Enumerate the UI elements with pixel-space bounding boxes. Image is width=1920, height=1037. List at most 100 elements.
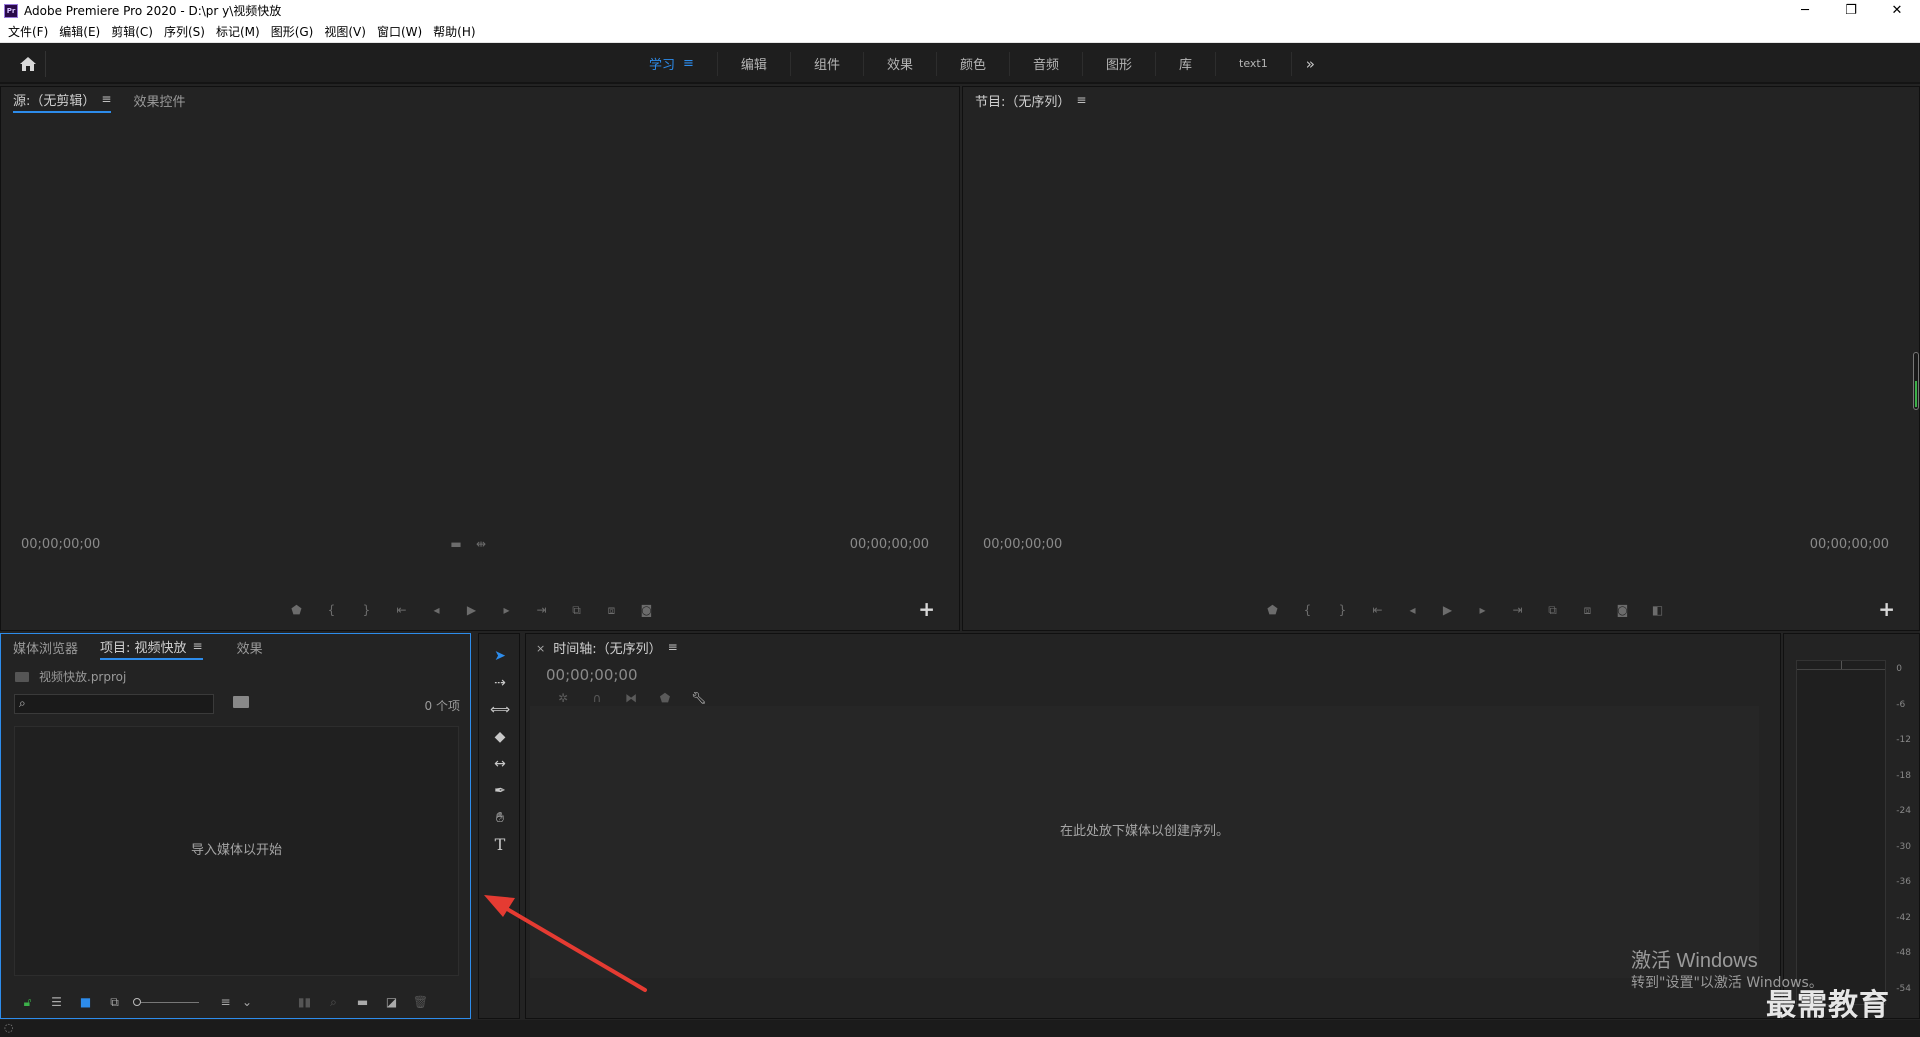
- home-button[interactable]: [10, 51, 46, 77]
- freeform-view-icon[interactable]: ⧉: [100, 994, 129, 1010]
- icon-view-icon[interactable]: ■: [71, 994, 100, 1010]
- go-to-out-icon[interactable]: ⇥: [1500, 602, 1535, 618]
- mark-out-icon[interactable]: }: [1325, 602, 1360, 618]
- more-workspaces-button[interactable]: »: [1292, 55, 1329, 73]
- step-forward-icon[interactable]: ▸: [1465, 602, 1500, 618]
- type-tool-icon[interactable]: T: [479, 831, 521, 858]
- menu-sequence[interactable]: 序列(S): [160, 23, 212, 40]
- drag-video-icon[interactable]: ⇹: [471, 536, 491, 552]
- overwrite-icon[interactable]: ⧈: [594, 602, 629, 618]
- find-icon[interactable]: ⌕: [319, 994, 348, 1010]
- workspace-tab-libraries[interactable]: 库: [1156, 54, 1215, 73]
- project-items-list[interactable]: 导入媒体以开始: [14, 726, 459, 976]
- program-playhead-timecode[interactable]: 00;00;00;00: [983, 537, 1062, 552]
- menu-markers[interactable]: 标记(M): [212, 23, 267, 40]
- menu-edit[interactable]: 编辑(E): [55, 23, 107, 40]
- step-back-icon[interactable]: ◂: [419, 602, 454, 618]
- mark-out-icon[interactable]: }: [349, 602, 384, 618]
- selection-tool-icon[interactable]: ➤: [479, 642, 521, 669]
- pen-tool-icon[interactable]: ✒: [479, 777, 521, 804]
- restore-button[interactable]: ❐: [1828, 0, 1874, 21]
- list-view-icon[interactable]: ☰: [42, 994, 71, 1010]
- zoom-slider[interactable]: [129, 998, 199, 1006]
- tab-source[interactable]: 源:（无剪辑） ≡: [13, 90, 112, 113]
- extract-icon[interactable]: ⧈: [1570, 602, 1605, 618]
- tab-media-browser[interactable]: 媒体浏览器: [13, 638, 78, 659]
- panel-menu-icon[interactable]: ≡: [193, 639, 203, 653]
- source-playhead-timecode[interactable]: 00;00;00;00: [21, 537, 100, 552]
- timeline-drop-area[interactable]: 在此处放下媒体以创建序列。: [530, 706, 1759, 978]
- compare-view-icon[interactable]: ◧: [1640, 602, 1675, 618]
- workspace-tab-learn[interactable]: 学习 ≡: [626, 54, 717, 73]
- button-editor-icon[interactable]: +: [1878, 597, 1895, 621]
- new-search-bin-icon[interactable]: [233, 696, 249, 708]
- workspace-tab-assembly[interactable]: 组件: [791, 54, 863, 73]
- razor-tool-icon[interactable]: ◆: [479, 723, 521, 750]
- trash-icon[interactable]: 🗑︎: [406, 994, 435, 1010]
- workspace-tab-text1[interactable]: text1: [1216, 57, 1291, 70]
- add-marker-icon[interactable]: ⬟: [1255, 602, 1290, 618]
- workspace-tab-audio[interactable]: 音频: [1010, 54, 1082, 73]
- insert-icon[interactable]: ⧉: [559, 602, 594, 618]
- workspace-tab-effects[interactable]: 效果: [864, 54, 936, 73]
- fit-icon[interactable]: ▬: [441, 536, 471, 552]
- mark-in-icon[interactable]: {: [314, 602, 349, 618]
- audio-meter-scale: 0 -6 -12 -18 -24 -30 -36 -42 -48 -54: [1896, 664, 1911, 994]
- ripple-edit-tool-icon[interactable]: ⟺: [479, 696, 521, 723]
- workspace-tab-editing[interactable]: 编辑: [718, 54, 790, 73]
- menu-graphics[interactable]: 图形(G): [267, 23, 321, 40]
- panel-menu-icon[interactable]: ≡: [668, 640, 678, 654]
- tab-project[interactable]: 项目: 视频快放 ≡: [100, 637, 203, 660]
- track-select-tool-icon[interactable]: ⇢: [479, 669, 521, 696]
- workspace-tab-graphics[interactable]: 图形: [1083, 54, 1155, 73]
- go-to-in-icon[interactable]: ⇤: [1360, 602, 1395, 618]
- project-search-input[interactable]: ⌕: [14, 694, 214, 714]
- menu-clip[interactable]: 剪辑(C): [107, 23, 160, 40]
- workspace-tab-color[interactable]: 颜色: [937, 54, 1009, 73]
- menu-icon[interactable]: ≡: [683, 56, 694, 71]
- tab-timeline[interactable]: 时间轴:（无序列） ≡: [553, 638, 677, 659]
- add-marker-icon[interactable]: ⬟: [648, 690, 682, 706]
- export-frame-icon[interactable]: ◙: [629, 602, 664, 618]
- slip-tool-icon[interactable]: ↔: [479, 750, 521, 777]
- minimize-button[interactable]: ─: [1782, 0, 1828, 21]
- new-bin-icon[interactable]: ▬: [348, 994, 377, 1010]
- chevron-down-icon[interactable]: ⌄: [240, 994, 254, 1010]
- add-marker-icon[interactable]: ⬟: [279, 602, 314, 618]
- new-item-icon[interactable]: ◪: [377, 994, 406, 1010]
- tab-effects[interactable]: 效果: [237, 638, 263, 659]
- hand-tool-icon[interactable]: ✋︎: [479, 804, 521, 831]
- scrollbar[interactable]: [1913, 352, 1919, 410]
- project-panel-tabs: 媒体浏览器 项目: 视频快放 ≡ 效果: [1, 634, 470, 662]
- menu-file[interactable]: 文件(F): [4, 23, 55, 40]
- close-button[interactable]: ✕: [1874, 0, 1920, 21]
- play-icon[interactable]: ▶: [1430, 602, 1465, 618]
- slider-handle[interactable]: [133, 998, 141, 1006]
- menu-view[interactable]: 视图(V): [320, 23, 373, 40]
- linked-selection-icon[interactable]: ⧓: [614, 690, 648, 706]
- go-to-in-icon[interactable]: ⇤: [384, 602, 419, 618]
- timeline-timecode[interactable]: 00;00;00;00: [546, 666, 638, 684]
- mark-in-icon[interactable]: {: [1290, 602, 1325, 618]
- lock-icon[interactable]: 🔓︎: [13, 994, 42, 1010]
- wrench-icon[interactable]: 🔧︎: [682, 690, 716, 706]
- snap-icon[interactable]: ∩: [580, 690, 614, 706]
- sort-icon[interactable]: ≡: [211, 994, 240, 1010]
- slider-track: [141, 1001, 199, 1003]
- close-tab-icon[interactable]: ×: [536, 642, 545, 655]
- lift-icon[interactable]: ⧉: [1535, 602, 1570, 618]
- export-frame-icon[interactable]: ◙: [1605, 602, 1640, 618]
- nest-icon[interactable]: ✲: [546, 690, 580, 706]
- tab-program[interactable]: 节目:（无序列） ≡: [975, 91, 1086, 112]
- menu-window[interactable]: 窗口(W): [373, 23, 429, 40]
- panel-menu-icon[interactable]: ≡: [1076, 93, 1086, 107]
- go-to-out-icon[interactable]: ⇥: [524, 602, 559, 618]
- play-icon[interactable]: ▶: [454, 602, 489, 618]
- menu-help[interactable]: 帮助(H): [429, 23, 482, 40]
- step-forward-icon[interactable]: ▸: [489, 602, 524, 618]
- panel-menu-icon[interactable]: ≡: [101, 92, 111, 106]
- tab-effect-controls[interactable]: 效果控件: [133, 91, 185, 112]
- button-editor-icon[interactable]: +: [918, 597, 935, 621]
- step-back-icon[interactable]: ◂: [1395, 602, 1430, 618]
- automate-sequence-icon[interactable]: ▮▮: [290, 994, 319, 1010]
